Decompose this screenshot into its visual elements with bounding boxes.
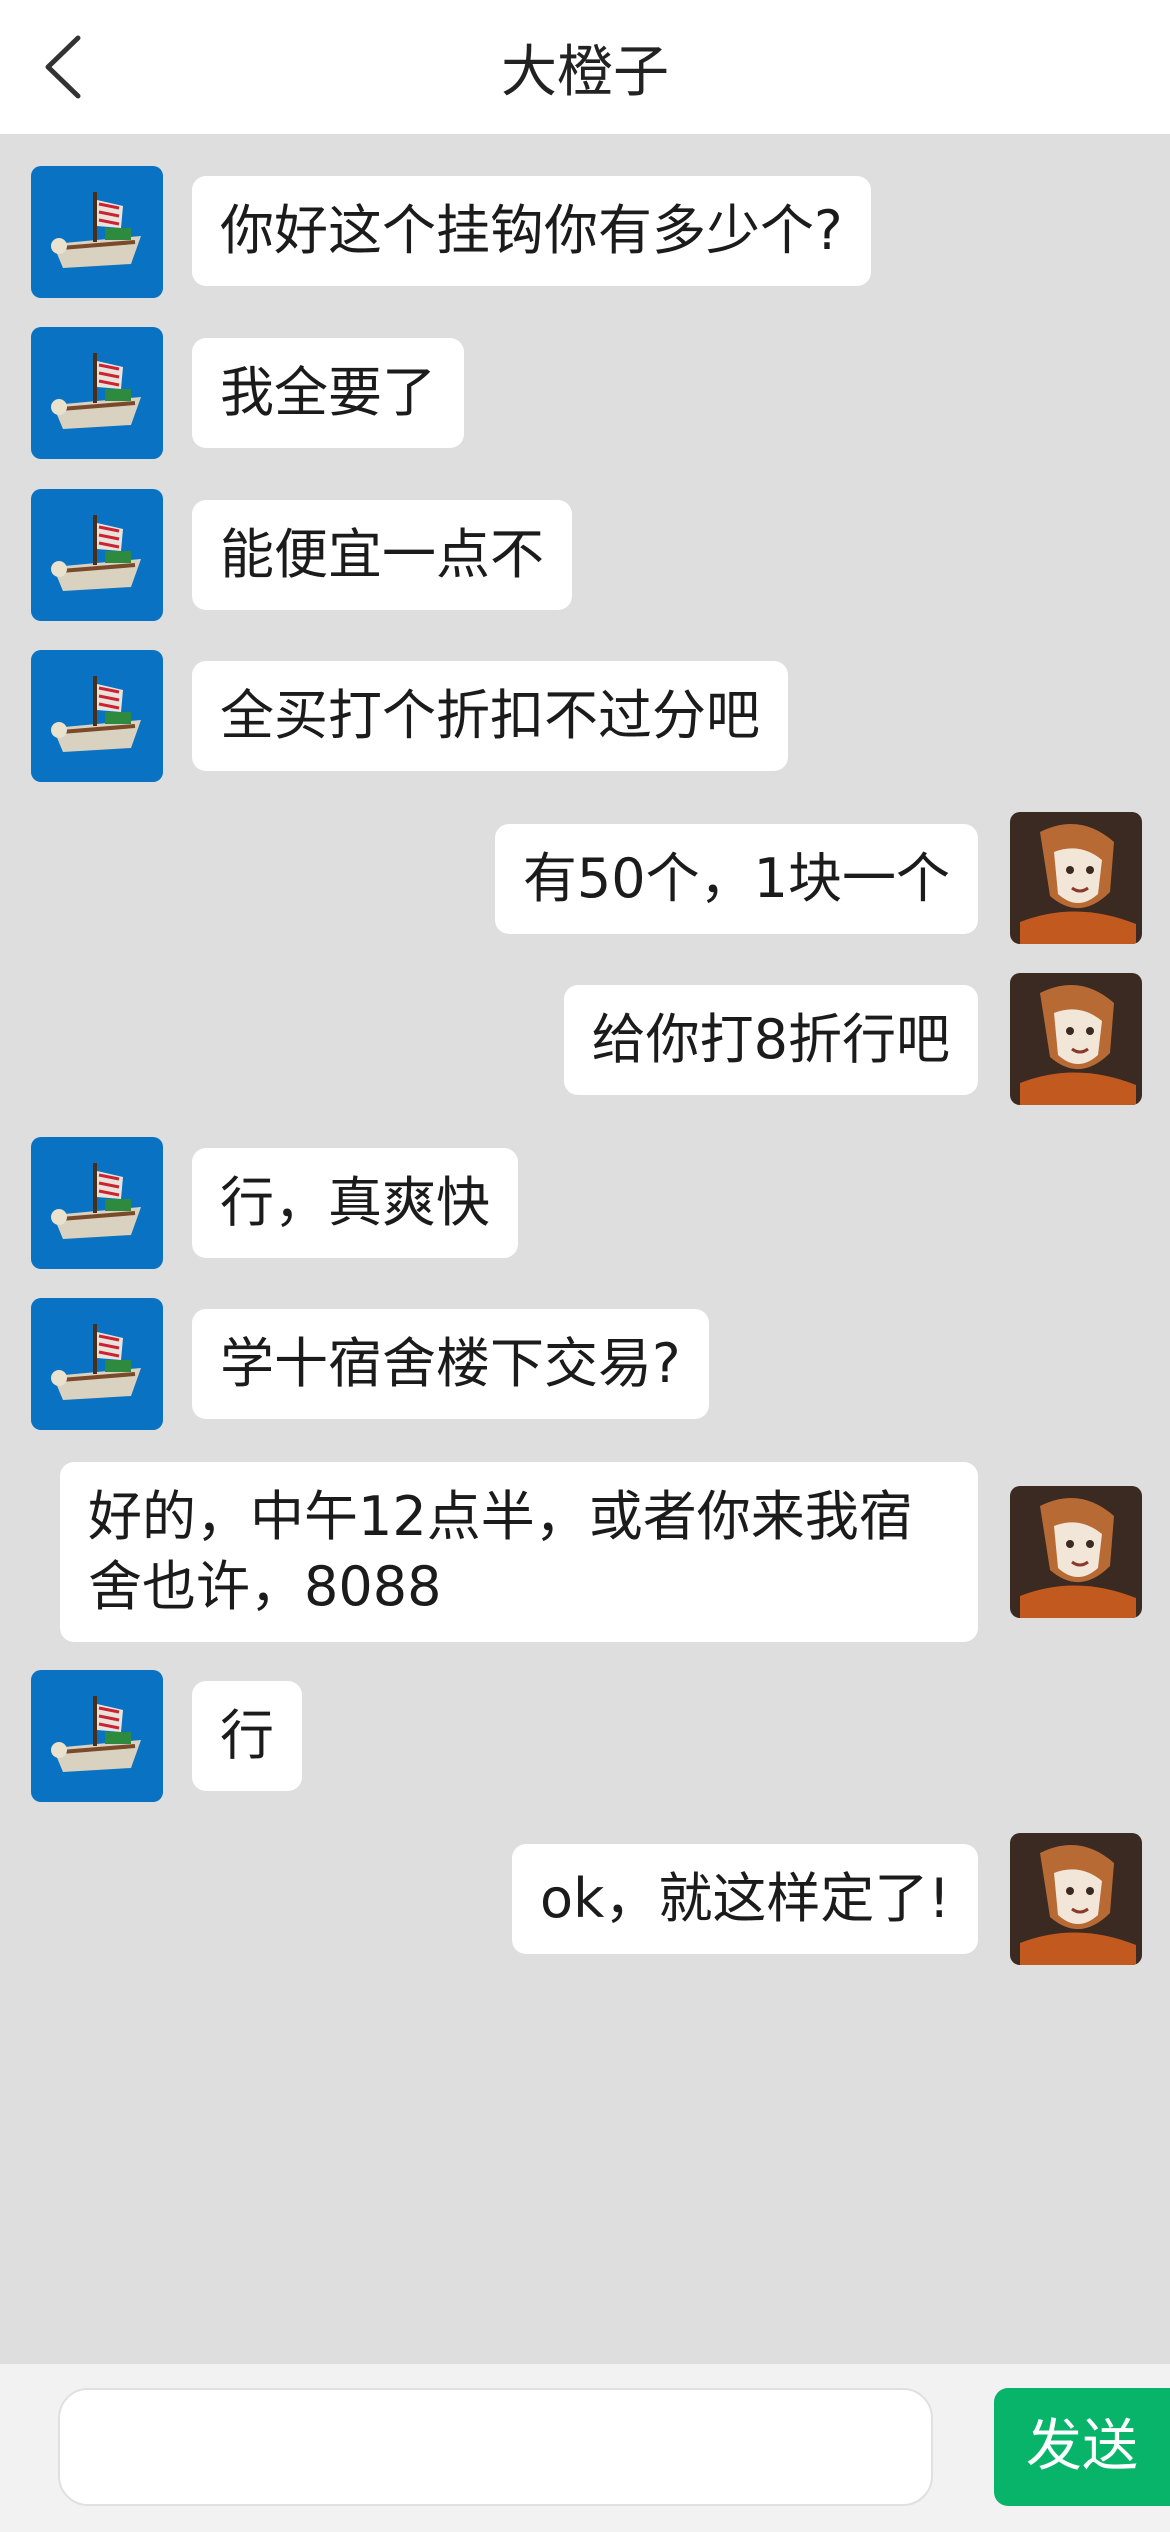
back-button[interactable]: [40, 24, 120, 110]
contact-avatar[interactable]: [31, 1298, 163, 1430]
contact-avatar[interactable]: [31, 327, 163, 459]
message-bubble: 你好这个挂钩你有多少个?: [192, 176, 871, 286]
message-composer: 发送: [0, 2364, 1170, 2532]
self-avatar[interactable]: [1010, 1486, 1142, 1618]
message-input[interactable]: [58, 2388, 933, 2506]
message-bubble-self: 有50个，1块一个: [494, 824, 978, 934]
message-bubble: 行，真爽快: [192, 1148, 518, 1258]
message-bubble: 能便宜一点不: [192, 500, 572, 610]
contact-avatar[interactable]: [31, 650, 163, 782]
contact-avatar[interactable]: [31, 166, 163, 298]
contact-avatar[interactable]: [31, 1137, 163, 1269]
chat-message-list: 你好这个挂钩你有多少个? 我全要了 能便宜一点不 全买打个折扣不过分吧 有50个…: [0, 134, 1170, 2364]
contact-avatar[interactable]: [31, 489, 163, 621]
message-bubble: 我全要了: [192, 338, 464, 448]
message-bubble-self: ok，就这样定了!: [512, 1844, 978, 1954]
chat-header: 大橙子: [0, 0, 1170, 134]
message-bubble: 学十宿舍楼下交易?: [192, 1309, 709, 1419]
page-title: 大橙子: [501, 39, 669, 105]
message-bubble-self: 好的，中午12点半，或者你来我宿舍也许，8088: [60, 1462, 978, 1642]
contact-avatar[interactable]: [31, 1670, 163, 1802]
send-button[interactable]: 发送: [994, 2388, 1170, 2506]
message-bubble: 行: [192, 1681, 302, 1791]
self-avatar[interactable]: [1010, 1833, 1142, 1965]
self-avatar[interactable]: [1010, 973, 1142, 1105]
chevron-left-icon: [45, 35, 81, 99]
self-avatar[interactable]: [1010, 812, 1142, 944]
message-bubble: 全买打个折扣不过分吧: [192, 661, 788, 771]
message-bubble-self: 给你打8折行吧: [563, 985, 978, 1095]
